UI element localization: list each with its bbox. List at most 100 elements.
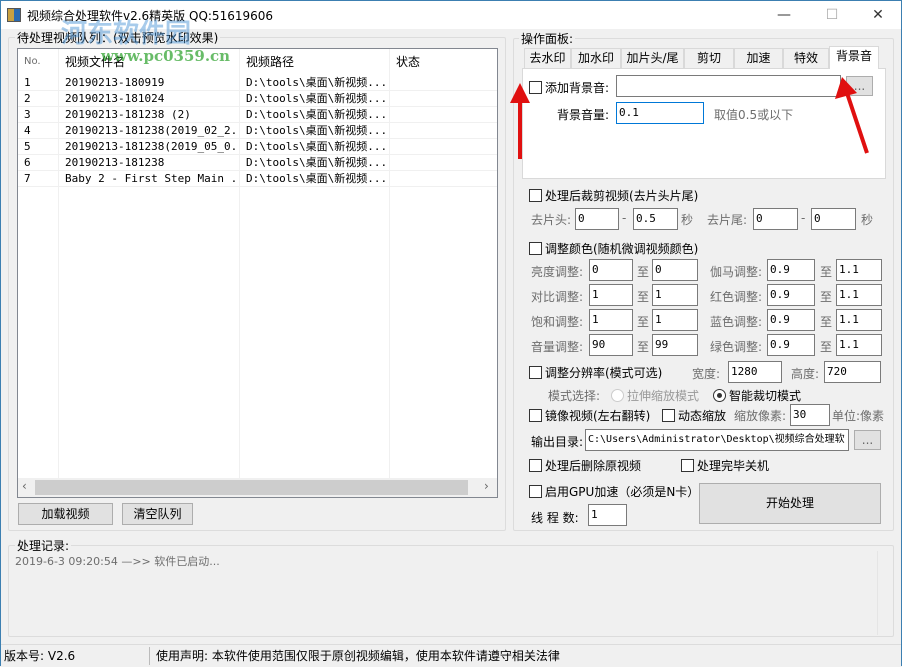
- color-from-input[interactable]: 0.9: [767, 259, 815, 281]
- tab-add-watermark[interactable]: 加水印: [571, 48, 621, 68]
- horizontal-scrollbar[interactable]: ‹ ›: [18, 478, 497, 497]
- dynamic-zoom-checkbox[interactable]: 动态缩放: [662, 407, 726, 424]
- color-from-input[interactable]: 0: [589, 259, 633, 281]
- dash: -: [801, 211, 805, 225]
- maximize-button[interactable]: ☐: [809, 1, 855, 29]
- color-to-input[interactable]: 0: [652, 259, 698, 281]
- width-label: 宽度:: [692, 365, 720, 382]
- table-row[interactable]: 520190213-181238(2019_05_0...D:\tools\桌面…: [18, 139, 497, 155]
- mirror-checkbox[interactable]: 镜像视频(左右翻转): [529, 407, 650, 424]
- tab-background-music[interactable]: 背景音: [829, 46, 879, 69]
- color-from-input[interactable]: 90: [589, 334, 633, 356]
- log-scrollbar[interactable]: [877, 551, 893, 635]
- bgm-file-input[interactable]: [616, 75, 841, 97]
- color-from-input[interactable]: 0.9: [767, 309, 815, 331]
- cell-path: D:\tools\桌面\新视频...: [240, 123, 389, 139]
- cell-no: 6: [18, 155, 58, 171]
- color-from-input[interactable]: 0.9: [767, 334, 815, 356]
- watermark: 河东软件园: [61, 13, 191, 50]
- add-bgm-checkbox[interactable]: 添加背景音:: [529, 79, 609, 96]
- tab-intro-outro[interactable]: 加片头/尾: [621, 48, 684, 68]
- cell-name: 20190213-181238(2019_02_2...: [59, 123, 239, 139]
- start-button[interactable]: 开始处理: [699, 483, 881, 524]
- color-to-input[interactable]: 99: [652, 334, 698, 356]
- table-row[interactable]: 7Baby 2 - First Step Main ...D:\tools\桌面…: [18, 171, 497, 187]
- to-label: 至: [637, 338, 649, 355]
- gpu-checkbox[interactable]: 启用GPU加速（必须是N卡）: [529, 483, 699, 500]
- color-to-input[interactable]: 1: [652, 309, 698, 331]
- color-adjust-label: 绿色调整:: [710, 338, 762, 355]
- clear-queue-button[interactable]: 清空队列: [122, 503, 193, 525]
- cell-no: 3: [18, 107, 58, 123]
- tab-remove-watermark[interactable]: 去水印: [524, 48, 571, 68]
- scroll-left-icon[interactable]: ‹: [22, 479, 27, 493]
- bgm-volume-hint: 取值0.5或以下: [714, 106, 793, 123]
- cell-no: 2: [18, 91, 58, 107]
- color-to-input[interactable]: 1.1: [836, 284, 882, 306]
- trim-checkbox[interactable]: 处理后裁剪视频(去片头片尾): [529, 187, 698, 204]
- status-divider: [149, 647, 150, 665]
- operation-panel-label: 操作面板:: [519, 30, 575, 47]
- column-no[interactable]: No.: [18, 49, 59, 75]
- trim-head-from[interactable]: 0: [575, 208, 619, 230]
- minimize-button[interactable]: —: [761, 1, 807, 29]
- status-bar: 版本号: V2.6 使用声明: 本软件使用范围仅限于原创视频编辑，使用本软件请遵…: [1, 644, 901, 666]
- output-dir-input[interactable]: C:\Users\Administrator\Desktop\视频综合处理软: [585, 429, 849, 451]
- to-label: 至: [637, 313, 649, 330]
- trim-head-to[interactable]: 0.5: [633, 208, 678, 230]
- table-row[interactable]: 120190213-180919D:\tools\桌面\新视频...: [18, 75, 497, 91]
- usage-notice: 使用声明: 本软件使用范围仅限于原创视频编辑，使用本软件请遵守相关法律: [156, 645, 560, 667]
- column-status[interactable]: 状态: [390, 49, 497, 75]
- mode-crop-radio[interactable]: 智能裁切模式: [713, 387, 801, 404]
- column-path[interactable]: 视频路径: [240, 49, 390, 75]
- delete-source-checkbox[interactable]: 处理后删除原视频: [529, 457, 641, 474]
- trim-tail-to[interactable]: 0: [811, 208, 856, 230]
- tab-speed[interactable]: 加速: [734, 48, 783, 68]
- table-row[interactable]: 320190213-181238 (2)D:\tools\桌面\新视频...: [18, 107, 497, 123]
- trim-tail-from[interactable]: 0: [753, 208, 798, 230]
- version-label: 版本号: V2.6: [4, 645, 75, 667]
- tab-cut[interactable]: 剪切: [684, 48, 734, 68]
- load-video-button[interactable]: 加载视频: [18, 503, 113, 525]
- color-to-input[interactable]: 1.1: [836, 309, 882, 331]
- color-from-input[interactable]: 1: [589, 284, 633, 306]
- color-adjust-label: 音量调整:: [531, 338, 583, 355]
- color-adjust-label: 亮度调整:: [531, 263, 583, 280]
- color-from-input[interactable]: 1: [589, 309, 633, 331]
- color-adjust-label: 蓝色调整:: [710, 313, 762, 330]
- cell-status: [390, 139, 497, 155]
- cell-no: 7: [18, 171, 58, 187]
- mode-label: 模式选择:: [548, 387, 600, 404]
- color-to-input[interactable]: 1: [652, 284, 698, 306]
- shutdown-checkbox[interactable]: 处理完毕关机: [681, 457, 769, 474]
- to-label: 至: [820, 263, 832, 280]
- table-row[interactable]: 220190213-181024D:\tools\桌面\新视频...: [18, 91, 497, 107]
- bgm-volume-input[interactable]: 0.1: [616, 102, 704, 124]
- resolution-checkbox[interactable]: 调整分辨率(模式可选): [529, 364, 662, 381]
- cell-path: D:\tools\桌面\新视频...: [240, 91, 389, 107]
- color-to-input[interactable]: 1.1: [836, 334, 882, 356]
- color-to-input[interactable]: 1.1: [836, 259, 882, 281]
- cell-status: [390, 91, 497, 107]
- output-browse-button[interactable]: ...: [854, 430, 881, 450]
- cell-status: [390, 107, 497, 123]
- width-input[interactable]: 1280: [728, 361, 782, 383]
- color-checkbox[interactable]: 调整颜色(随机微调视频颜色): [529, 240, 698, 257]
- scrollbar-thumb[interactable]: [35, 480, 468, 495]
- trim-head-label: 去片头:: [531, 211, 571, 228]
- table-row[interactable]: 620190213-181238D:\tools\桌面\新视频...: [18, 155, 497, 171]
- cell-path: D:\tools\桌面\新视频...: [240, 139, 389, 155]
- close-button[interactable]: ✕: [855, 1, 901, 29]
- scroll-right-icon[interactable]: ›: [484, 479, 489, 493]
- threads-input[interactable]: 1: [588, 504, 627, 526]
- tab-effects[interactable]: 特效: [783, 48, 829, 68]
- height-input[interactable]: 720: [824, 361, 881, 383]
- video-queue-list[interactable]: No. 视频文件名 视频路径 状态 120190213-180919D:\too…: [17, 48, 498, 498]
- color-from-input[interactable]: 0.9: [767, 284, 815, 306]
- mode-stretch-radio[interactable]: 拉伸缩放模式: [611, 387, 699, 404]
- cell-no: 1: [18, 75, 58, 91]
- unit-label: 单位:像素: [832, 407, 884, 424]
- table-row[interactable]: 420190213-181238(2019_02_2...D:\tools\桌面…: [18, 123, 497, 139]
- zoom-pixels-input[interactable]: 30: [790, 404, 830, 426]
- to-label: 至: [820, 338, 832, 355]
